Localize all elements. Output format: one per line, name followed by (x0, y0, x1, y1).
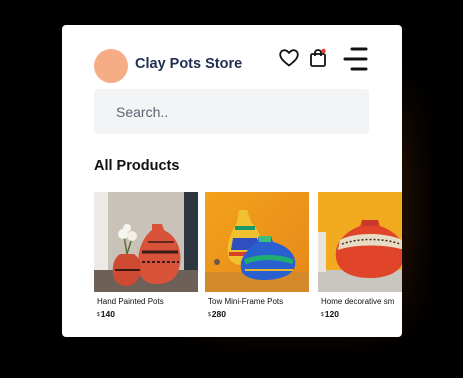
product-card[interactable]: Hand Painted Pots $140 (94, 192, 198, 319)
product-card[interactable]: Home decorative sm $120 (318, 192, 402, 319)
currency-symbol: $ (208, 312, 211, 318)
product-price: $120 (318, 309, 402, 319)
product-name: Tow Mini-Frame Pots (208, 297, 284, 306)
shopping-bag-icon[interactable] (309, 48, 327, 68)
store-app-card: Clay Pots Store Search.. All Products Ha… (62, 25, 402, 337)
search-placeholder: Search.. (116, 103, 169, 120)
product-image[interactable] (318, 192, 402, 292)
product-card[interactable]: Tow Mini-Frame Pots $280 (205, 192, 309, 319)
menu-icon[interactable] (343, 46, 369, 72)
product-name: Hand Painted Pots (97, 297, 164, 306)
section-title: All Products (94, 158, 180, 174)
heart-icon[interactable] (279, 49, 299, 67)
product-price: $140 (94, 309, 198, 319)
product-name: Home decorative sm (321, 297, 395, 306)
product-carousel[interactable]: Hand Painted Pots $140 Tow Mini-Frame Po… (94, 192, 402, 332)
store-name: Clay Pots Store (135, 56, 243, 72)
product-image[interactable] (205, 192, 309, 292)
currency-symbol: $ (321, 312, 324, 318)
currency-symbol: $ (97, 312, 100, 318)
product-price: $280 (205, 309, 309, 319)
price-value: 140 (100, 309, 115, 319)
price-value: 120 (324, 309, 339, 319)
notification-dot (321, 48, 326, 54)
avatar[interactable] (94, 49, 128, 83)
search-input[interactable]: Search.. (94, 89, 369, 134)
product-image[interactable] (94, 192, 198, 292)
price-value: 280 (211, 309, 226, 319)
